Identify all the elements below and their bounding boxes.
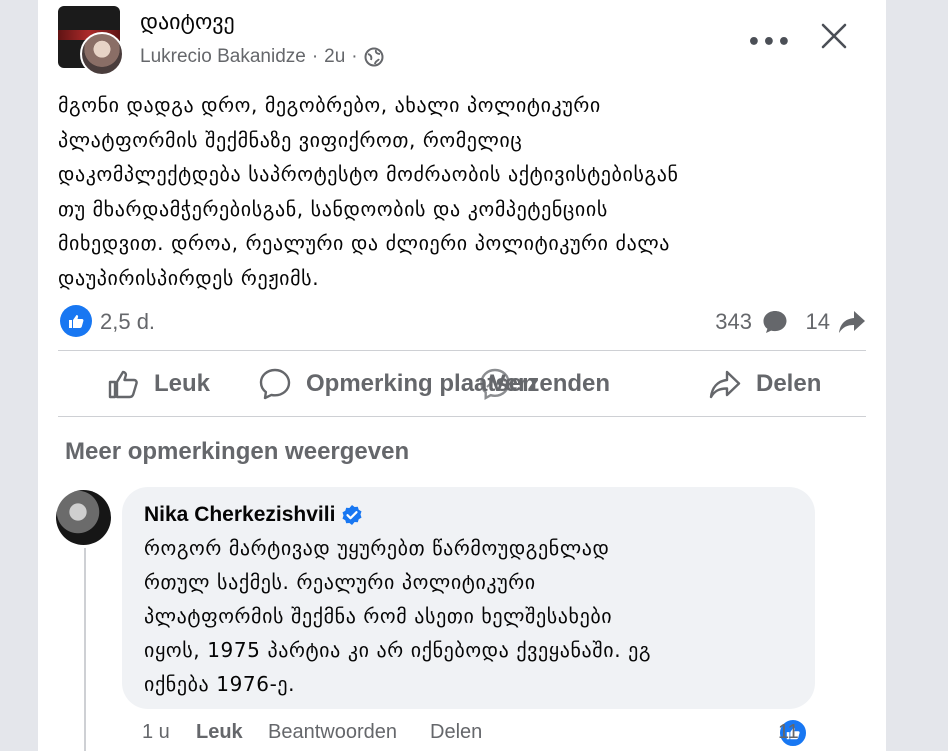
comment-bubble-icon: [763, 311, 787, 333]
meta-separator: ·: [351, 46, 358, 67]
send-button[interactable]: Verzenden: [478, 352, 610, 416]
post-text: მგონი დადგა დრო, მეგობრებო, ახალი პოლიტი…: [58, 88, 858, 295]
reactions-bar: 2,5 d. 343 14: [58, 302, 866, 342]
comment-share-link[interactable]: Delen: [430, 721, 482, 744]
meta-separator: ·: [311, 46, 319, 67]
share-arrow-icon: [839, 311, 865, 333]
post-text-line: მგონი დადგა დრო, მეგობრებო, ახალი პოლიტი…: [58, 93, 601, 117]
author-name[interactable]: Lukrecio Bakanidze: [140, 46, 306, 68]
like-reaction-icon[interactable]: [60, 305, 92, 337]
messenger-icon: [480, 368, 510, 401]
thumbs-up-icon: [69, 315, 84, 328]
comment-bubble: Nika Cherkezishvili როგორ მარტივად უყურე…: [122, 487, 815, 709]
reactions-count[interactable]: 2,5 d.: [100, 309, 155, 335]
commenter-name[interactable]: Nika Cherkezishvili: [144, 503, 335, 527]
thumbs-up-outline-icon: [108, 370, 138, 399]
post-text-line: მიხედვით. დროა, რეალური და ძლიერი პოლიტი…: [58, 231, 670, 255]
comment-reactions[interactable]: 11: [778, 718, 808, 748]
post-header: დაიტოვე Lukrecio Bakanidze · 2u · •••: [58, 6, 886, 76]
comment-time[interactable]: 1 u: [142, 721, 170, 744]
share-outline-icon: [709, 370, 741, 399]
shares-summary[interactable]: 14: [806, 309, 866, 335]
share-button[interactable]: Delen: [708, 352, 821, 416]
like-label: Leuk: [154, 370, 211, 397]
post-text-line: თუ მხარდამჭერებისგან, სანდოობის და კომპე…: [58, 196, 608, 221]
post-text-line: პლატფორმის შექმნაზე ვიფიქროთ, რომელიც: [58, 127, 523, 152]
divider: [58, 416, 866, 417]
share-label: Delen: [756, 370, 822, 397]
comment-text-line: რთულ საქმეს. რეალური პოლიტიკური: [144, 570, 536, 594]
author-avatar[interactable]: [80, 32, 124, 76]
thread-line: [84, 548, 86, 751]
globe-icon: [364, 47, 384, 67]
like-button[interactable]: Leuk: [106, 352, 210, 416]
post-text-line: დაუპირისპირდეს რეჟიმს.: [58, 265, 320, 290]
comment-text-line: იყოს, 1975 პარტია კი არ იქნებოდა ქვეყანა…: [144, 638, 652, 662]
divider: [58, 350, 866, 351]
page-name[interactable]: დაიტოვე: [140, 10, 235, 35]
post-time[interactable]: 2u: [324, 46, 345, 68]
view-more-comments-link[interactable]: Meer opmerkingen weergeven: [65, 438, 409, 466]
post-meta: Lukrecio Bakanidze · 2u ·: [140, 46, 384, 68]
commenter-avatar[interactable]: [56, 490, 111, 545]
shares-count: 14: [805, 309, 830, 334]
verified-badge-icon: [342, 505, 362, 525]
comment-like-link[interactable]: Leuk: [196, 721, 243, 744]
comment-text: როგორ მარტივად უყურებთ წარმოუდგენლად რთუ…: [144, 531, 784, 701]
comments-count: 343: [715, 309, 752, 334]
comment-text-line: იქნება 1976-ე.: [144, 672, 296, 696]
commenter: Nika Cherkezishvili: [144, 503, 363, 527]
post-card: დაიტოვე Lukrecio Bakanidze · 2u · ••• მგ…: [38, 0, 886, 751]
post-text-line: დაკომპლექტდება საპროტესტო მოძრაობის აქტი…: [58, 162, 679, 186]
comment-footer: 1 u Leuk Beantwoorden Delen 11: [142, 718, 826, 748]
comment-outline-icon: [259, 368, 291, 400]
more-options-icon[interactable]: •••: [747, 30, 792, 55]
comment-text-line: როგორ მარტივად უყურებთ წარმოუდგენლად: [144, 536, 610, 560]
comment-reply-link[interactable]: Beantwoorden: [268, 721, 397, 744]
close-icon[interactable]: [818, 20, 850, 52]
post-actions: Leuk Opmerking plaatsen Verzenden Delen: [58, 352, 866, 416]
comment-like-count: 11: [778, 721, 799, 743]
comments-summary[interactable]: 343: [715, 309, 788, 335]
comment-text-line: პლატფორმის შექმნა რომ ასეთი ხელშესახები: [144, 604, 613, 628]
